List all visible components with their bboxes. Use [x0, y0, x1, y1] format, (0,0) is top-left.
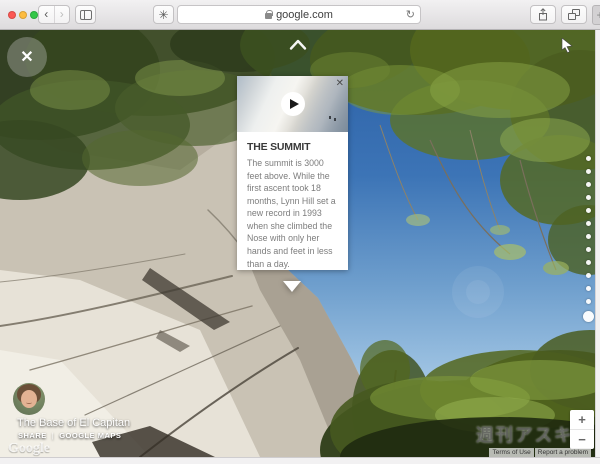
sidebar-button[interactable]	[75, 5, 96, 24]
avatar[interactable]	[13, 383, 45, 415]
new-tab-button[interactable]: +	[592, 5, 600, 25]
gallery-dot[interactable]	[585, 182, 591, 187]
links-separator: |	[51, 431, 55, 440]
gallery-dot[interactable]	[585, 234, 591, 239]
extension-button[interactable]: ✳	[153, 5, 174, 24]
back-button[interactable]: ‹	[39, 6, 54, 23]
zoom-out-button[interactable]: −	[570, 430, 594, 449]
card-title: THE SUMMIT	[247, 141, 311, 153]
gallery-dot-current[interactable]	[582, 311, 594, 322]
gallery-dot[interactable]	[585, 208, 591, 213]
minimize-window-button[interactable]	[19, 11, 27, 19]
gallery-dot[interactable]	[585, 260, 591, 265]
map-footer-links: Terms of Use Report a problem	[489, 448, 591, 457]
tab-overview-button[interactable]	[561, 5, 587, 24]
browser-window: ‹ › ✳ google.com ↻ + ✕ ✕ THE SUMMIT The …	[0, 0, 600, 464]
share-link[interactable]: SHARE	[18, 431, 47, 440]
share-icon	[539, 8, 547, 21]
google-logo[interactable]: Google	[8, 441, 50, 457]
zoom-in-button[interactable]: +	[570, 410, 594, 429]
share-button[interactable]	[530, 5, 556, 24]
chevron-up-icon[interactable]	[288, 38, 308, 51]
gallery-dot[interactable]	[585, 156, 591, 161]
viewer-close-button[interactable]: ✕	[7, 37, 47, 77]
scrollbar-gutter[interactable]	[595, 30, 600, 457]
gallery-dot[interactable]	[585, 299, 591, 304]
avatar-face	[21, 390, 37, 408]
card-close-icon[interactable]: ✕	[336, 78, 344, 89]
play-icon	[289, 99, 299, 109]
video-thumbnail[interactable]: ✕	[237, 76, 348, 132]
tabs-icon	[568, 9, 580, 20]
address-text: google.com	[276, 8, 333, 21]
climber-figure	[334, 118, 336, 121]
address-bar[interactable]: google.com ↻	[177, 5, 421, 24]
climber-figure	[329, 116, 331, 119]
window-bottom-edge	[0, 457, 600, 464]
gallery-dot[interactable]	[585, 247, 591, 252]
reload-button[interactable]: ↻	[406, 8, 415, 21]
gallery-dot[interactable]	[585, 221, 591, 226]
browser-toolbar: ‹ › ✳ google.com ↻ +	[0, 0, 600, 30]
info-card: ✕ THE SUMMIT The summit is 3000 feet abo…	[237, 76, 348, 271]
forward-button[interactable]: ›	[53, 6, 70, 23]
location-title: The Base of El Capitan	[17, 417, 131, 429]
google-maps-link[interactable]: GOOGLE MAPS	[59, 431, 121, 440]
terms-of-use-link[interactable]: Terms of Use	[489, 448, 534, 457]
sidebar-icon	[79, 9, 92, 20]
gallery-dots	[582, 152, 594, 326]
gallery-dot[interactable]	[585, 273, 591, 278]
report-problem-link[interactable]: Report a problem	[534, 448, 591, 457]
location-links: SHARE | GOOGLE MAPS	[18, 431, 121, 440]
gallery-dot[interactable]	[585, 286, 591, 291]
play-button[interactable]	[280, 92, 305, 116]
gallery-dot[interactable]	[585, 195, 591, 200]
close-window-button[interactable]	[8, 11, 16, 19]
lens-flare	[452, 266, 504, 318]
avatar-smile	[26, 401, 32, 404]
nav-buttons: ‹ ›	[38, 5, 70, 24]
zoom-window-button[interactable]	[30, 11, 38, 19]
info-card-wrapper: ✕ THE SUMMIT The summit is 3000 feet abo…	[237, 76, 348, 293]
card-body: The summit is 3000 feet above. While the…	[247, 158, 336, 269]
zoom-control: + −	[570, 410, 594, 449]
page-content: ✕ ✕ THE SUMMIT The summit is 3000 feet a…	[0, 30, 595, 457]
mouse-cursor	[561, 38, 573, 53]
lock-icon	[265, 10, 274, 19]
card-pointer-tail	[283, 281, 301, 293]
gallery-dot[interactable]	[585, 169, 591, 174]
